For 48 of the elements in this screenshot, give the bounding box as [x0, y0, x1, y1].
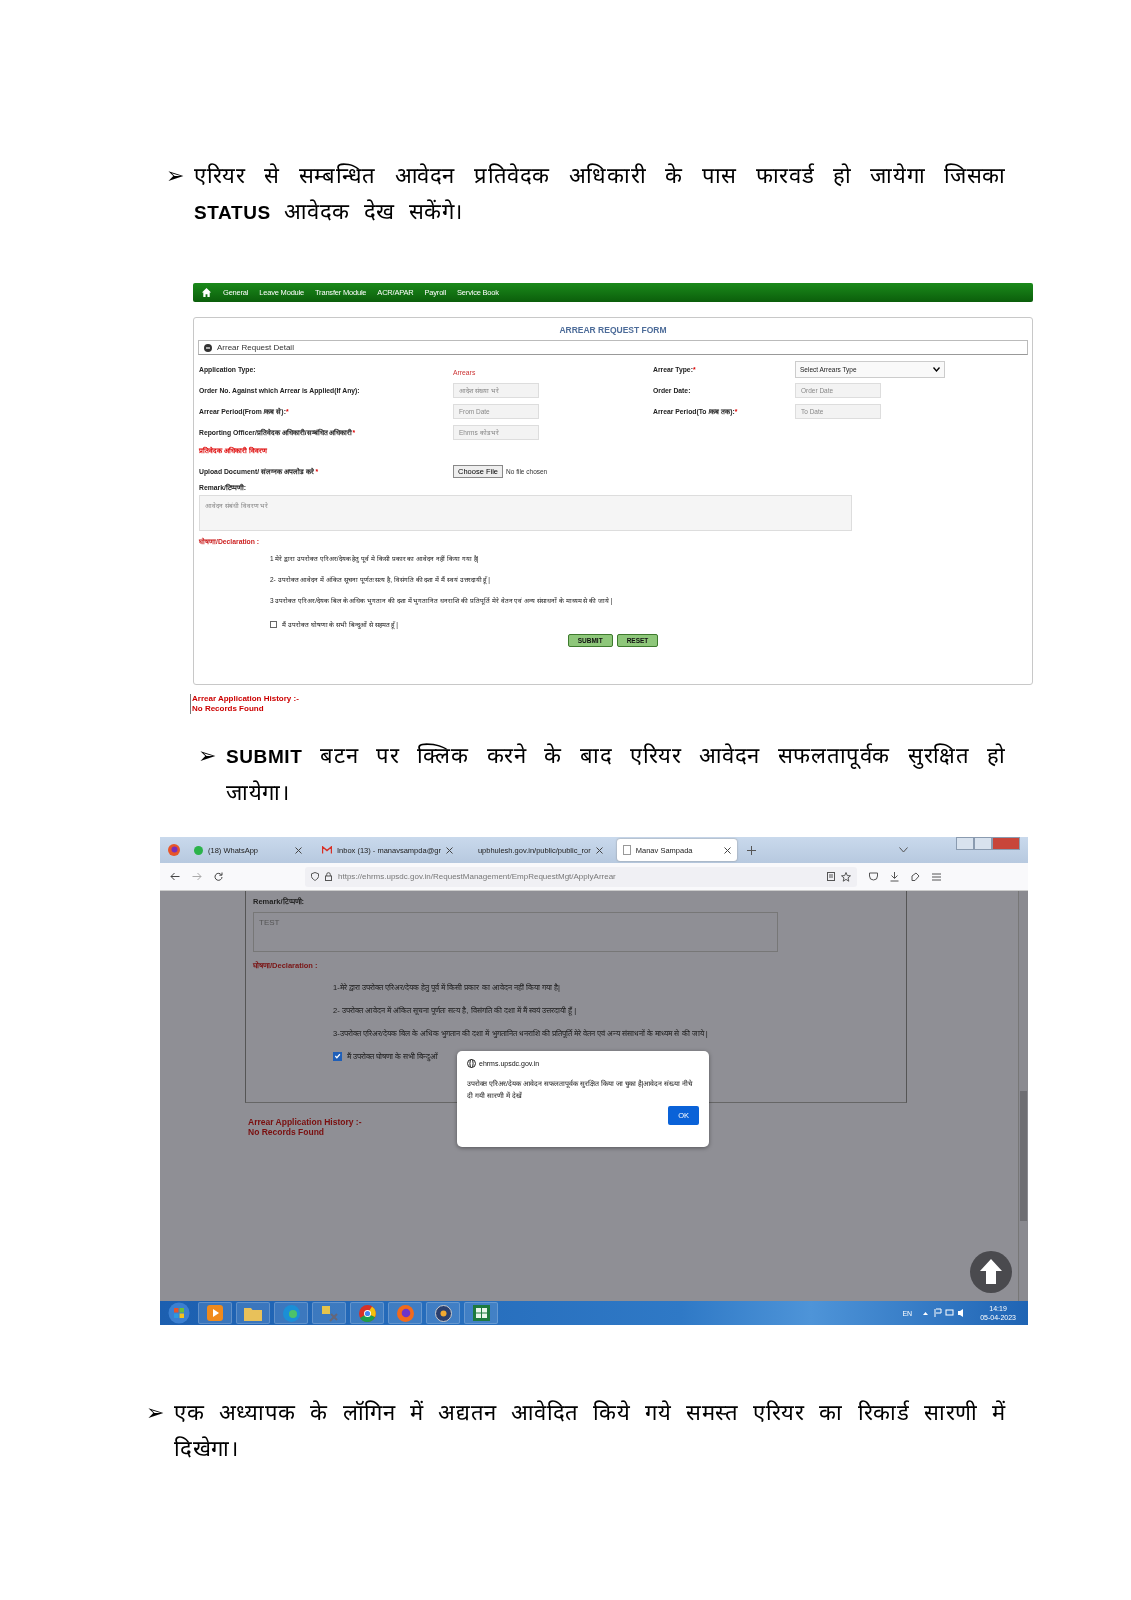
- checkbox[interactable]: [270, 620, 277, 628]
- star-icon[interactable]: [841, 871, 851, 882]
- start-button[interactable]: [168, 1302, 190, 1324]
- chevron-down-icon[interactable]: [899, 847, 908, 853]
- bullet-arrow: ➢: [146, 1399, 164, 1427]
- back-icon[interactable]: [170, 872, 180, 881]
- form-title: ARREAR REQUEST FORM: [558, 324, 668, 337]
- close-icon[interactable]: [295, 846, 302, 854]
- no-records-text: No Records Found: [192, 704, 265, 714]
- download-icon[interactable]: [890, 871, 899, 882]
- chat-icon: [194, 845, 203, 855]
- close-icon[interactable]: [595, 846, 603, 854]
- collapse-icon[interactable]: [204, 343, 212, 352]
- instruction-text: एक अध्यापक के लॉगिन में अद्यतन आवेदित किये गये समस्त एरियर का रिकार्ड सारणी में दिखेगा।: [174, 1399, 1006, 1463]
- window-controls[interactable]: [956, 837, 1020, 850]
- home-icon[interactable]: [201, 287, 212, 298]
- bullet-arrow: ➢: [198, 742, 216, 770]
- instruction-text: SUBMIT बटन पर क्लिक करने के बाद एरियर आवेदन सफलतापूर्वक सुरक्षित हो जायेगा।: [226, 742, 1006, 807]
- arrow-up-icon[interactable]: [970, 1251, 1012, 1293]
- new-tab-icon[interactable]: [746, 845, 756, 855]
- reload-icon[interactable]: [214, 872, 223, 881]
- browser-logo-icon[interactable]: [168, 844, 180, 856]
- reader-view-icon[interactable]: [827, 872, 835, 881]
- mail-icon: [322, 846, 332, 854]
- globe-icon: [467, 1059, 476, 1068]
- close-icon[interactable]: [445, 846, 453, 854]
- section-title: Arrear Request Detail: [217, 343, 294, 352]
- document-icon: [622, 845, 631, 855]
- url-text: https://ehrms.upsdc.gov.in/RequestManagement/EmpRequestMgt/ApplyArrear: [338, 872, 616, 881]
- tools-icon[interactable]: [320, 1304, 338, 1322]
- checkbox[interactable]: [333, 1051, 342, 1061]
- pocket-icon[interactable]: [869, 872, 878, 881]
- folder-icon[interactable]: [244, 1305, 262, 1321]
- instruction-text: एरियर से सम्बन्धित आवेदन प्रतिवेदक अधिकारी के पास फारवर्ड हो जायेगा जिसका STATUS आवेदक देख सकेंगे।: [194, 162, 1006, 226]
- play-icon[interactable]: [207, 1305, 223, 1321]
- spreadsheet-icon[interactable]: [472, 1305, 490, 1321]
- bullet-arrow: ➢: [166, 162, 184, 190]
- no-records-text: No Records Found: [248, 1127, 326, 1137]
- close-icon[interactable]: [723, 846, 731, 854]
- shield-icon: [311, 872, 319, 881]
- history-title: Arrear Application History :-: [192, 694, 300, 704]
- caret-icon: [933, 367, 940, 372]
- media-player-icon[interactable]: [434, 1304, 452, 1322]
- address-bar[interactable]: https://ehrms.upsdc.gov.in/RequestManagement/EmpRequestMgt/ApplyArrear: [305, 866, 857, 887]
- history-title: Arrear Application History :-: [248, 1117, 363, 1127]
- lock-icon: [325, 872, 332, 881]
- browser-icon[interactable]: [358, 1304, 376, 1322]
- scrollbar[interactable]: [1018, 891, 1028, 1301]
